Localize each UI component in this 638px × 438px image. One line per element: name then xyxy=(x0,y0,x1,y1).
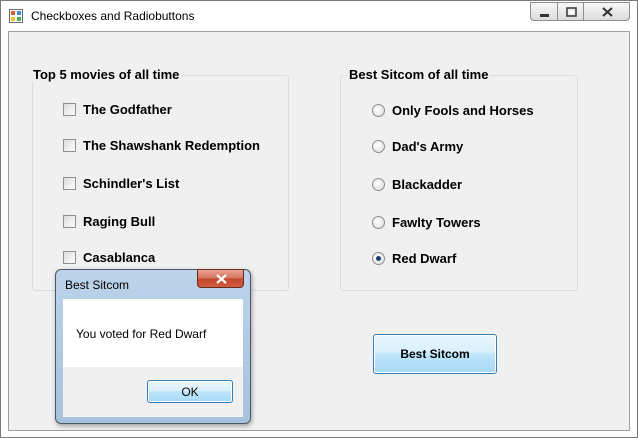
message-box-dialog: Best Sitcom You voted for Red Dwarf OK xyxy=(55,269,251,424)
sitcom-group-title: Best Sitcom of all time xyxy=(347,67,491,82)
checkbox-label: Raging Bull xyxy=(83,214,156,229)
radio-button[interactable] xyxy=(372,178,385,191)
movies-group-title: Top 5 movies of all time xyxy=(31,67,182,82)
radio-button[interactable] xyxy=(372,140,385,153)
radio-label: Red Dwarf xyxy=(392,251,457,266)
sitcom-radio-red-dwarf[interactable]: Red Dwarf xyxy=(372,251,456,266)
movie-checkbox-raging-bull[interactable]: Raging Bull xyxy=(63,214,155,229)
checkbox[interactable] xyxy=(63,177,76,190)
ok-button[interactable]: OK xyxy=(147,380,233,403)
movie-checkbox-casablanca[interactable]: Casablanca xyxy=(63,250,155,265)
minimize-icon xyxy=(540,14,549,17)
close-icon xyxy=(602,7,613,17)
checkbox[interactable] xyxy=(63,103,76,116)
movie-checkbox-shawshank[interactable]: The Shawshank Redemption xyxy=(63,138,260,153)
restore-icon xyxy=(566,7,577,17)
movie-checkbox-schindlers-list[interactable]: Schindler's List xyxy=(63,176,179,191)
maximize-button[interactable] xyxy=(557,2,584,21)
dialog-footer: OK xyxy=(63,367,243,417)
best-sitcom-button[interactable]: Best Sitcom xyxy=(373,334,497,374)
checkbox-label: The Shawshank Redemption xyxy=(83,138,260,153)
radio-label: Fawlty Towers xyxy=(392,215,481,230)
radio-label: Only Fools and Horses xyxy=(392,103,534,118)
close-button[interactable] xyxy=(583,2,630,21)
sitcom-radio-dads-army[interactable]: Dad's Army xyxy=(372,139,463,154)
minimize-button[interactable] xyxy=(530,2,558,21)
title-bar[interactable]: Checkboxes and Radiobuttons xyxy=(1,1,637,31)
window-title: Checkboxes and Radiobuttons xyxy=(31,9,195,23)
checkbox[interactable] xyxy=(63,251,76,264)
sitcom-radio-blackadder[interactable]: Blackadder xyxy=(372,177,462,192)
checkbox-label: Schindler's List xyxy=(83,176,180,191)
checkbox[interactable] xyxy=(63,139,76,152)
checkbox-label: The Godfather xyxy=(83,102,172,117)
radio-button[interactable] xyxy=(372,104,385,117)
sitcom-group-box: Best Sitcom of all time Only Fools and H… xyxy=(340,67,578,291)
sitcom-radio-fawlty-towers[interactable]: Fawlty Towers xyxy=(372,215,481,230)
app-icon xyxy=(9,9,23,23)
movies-group-box: Top 5 movies of all time The Godfather T… xyxy=(31,67,289,291)
checkbox-label: Casablanca xyxy=(83,250,156,265)
dialog-title: Best Sitcom xyxy=(65,278,130,292)
dialog-message: You voted for Red Dwarf xyxy=(76,327,207,341)
radio-label: Dad's Army xyxy=(392,139,464,154)
movie-checkbox-godfather[interactable]: The Godfather xyxy=(63,102,172,117)
close-icon xyxy=(216,274,227,284)
dialog-close-button[interactable] xyxy=(197,269,244,288)
sitcom-radio-only-fools[interactable]: Only Fools and Horses xyxy=(372,103,534,118)
radio-button[interactable] xyxy=(372,216,385,229)
dialog-body: You voted for Red Dwarf xyxy=(63,299,243,367)
radio-label: Blackadder xyxy=(392,177,463,192)
checkbox[interactable] xyxy=(63,215,76,228)
radio-button-selected[interactable] xyxy=(372,252,385,265)
